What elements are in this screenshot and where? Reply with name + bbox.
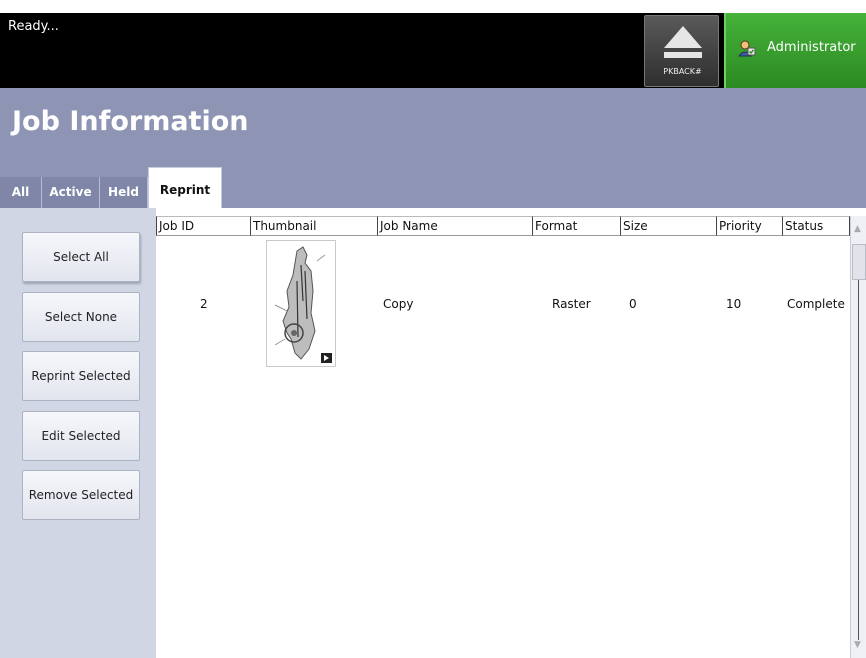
pkback-label: PKBACK# (663, 67, 702, 76)
column-header-size[interactable]: Size (620, 216, 716, 236)
top-strip (0, 0, 866, 13)
page-header: Job Information All Active Held Reprint (0, 88, 866, 208)
scroll-up-icon[interactable]: ▲ (854, 224, 861, 234)
job-thumbnail[interactable] (266, 240, 336, 367)
preview-arrow-icon[interactable] (321, 353, 332, 363)
job-table: Job ID Thumbnail Job Name Format Size Pr… (156, 208, 866, 658)
scroll-thumb[interactable] (852, 244, 866, 280)
status-bar: Ready... PKBACK# Administrator (0, 13, 866, 88)
tab-active[interactable]: Active (42, 177, 100, 208)
pkback-button[interactable]: PKBACK# (644, 15, 719, 87)
status-text: Ready... (8, 19, 59, 34)
remove-selected-button[interactable]: Remove Selected (22, 470, 140, 520)
scroll-down-icon[interactable]: ▼ (854, 640, 861, 650)
column-header-job-id[interactable]: Job ID (156, 216, 250, 236)
cell-format: Raster (552, 297, 591, 311)
column-header-format[interactable]: Format (532, 216, 620, 236)
column-header-thumbnail[interactable]: Thumbnail (250, 216, 377, 236)
administrator-label: Administrator (767, 40, 856, 55)
tab-all[interactable]: All (0, 177, 42, 208)
cell-job-id: 2 (200, 297, 208, 311)
vertical-scrollbar[interactable]: ▲ ▼ (850, 216, 866, 658)
scroll-track (858, 280, 859, 640)
select-all-button[interactable]: Select All (22, 232, 140, 282)
page-title: Job Information (12, 106, 249, 137)
edit-selected-button[interactable]: Edit Selected (22, 411, 140, 461)
job-tabs: All Active Held Reprint (0, 167, 866, 208)
column-header-priority[interactable]: Priority (716, 216, 782, 236)
administrator-button[interactable]: Administrator (724, 13, 866, 88)
tab-held[interactable]: Held (100, 177, 148, 208)
tab-reprint[interactable]: Reprint (148, 167, 222, 208)
admin-user-icon (738, 40, 756, 57)
eject-icon-bar (664, 52, 702, 58)
cell-priority: 10 (726, 297, 742, 311)
eject-icon (664, 26, 702, 48)
thumbnail-image (274, 246, 326, 360)
reprint-selected-button[interactable]: Reprint Selected (22, 351, 140, 401)
cell-size: 0 (629, 297, 637, 311)
column-header-job-name[interactable]: Job Name (377, 216, 532, 236)
select-none-button[interactable]: Select None (22, 292, 140, 342)
action-panel: Select All Select None Reprint Selected … (0, 208, 156, 658)
column-header-status[interactable]: Status (782, 216, 850, 236)
cell-job-name: Copy (383, 297, 414, 311)
cell-status: Complete (787, 297, 845, 311)
